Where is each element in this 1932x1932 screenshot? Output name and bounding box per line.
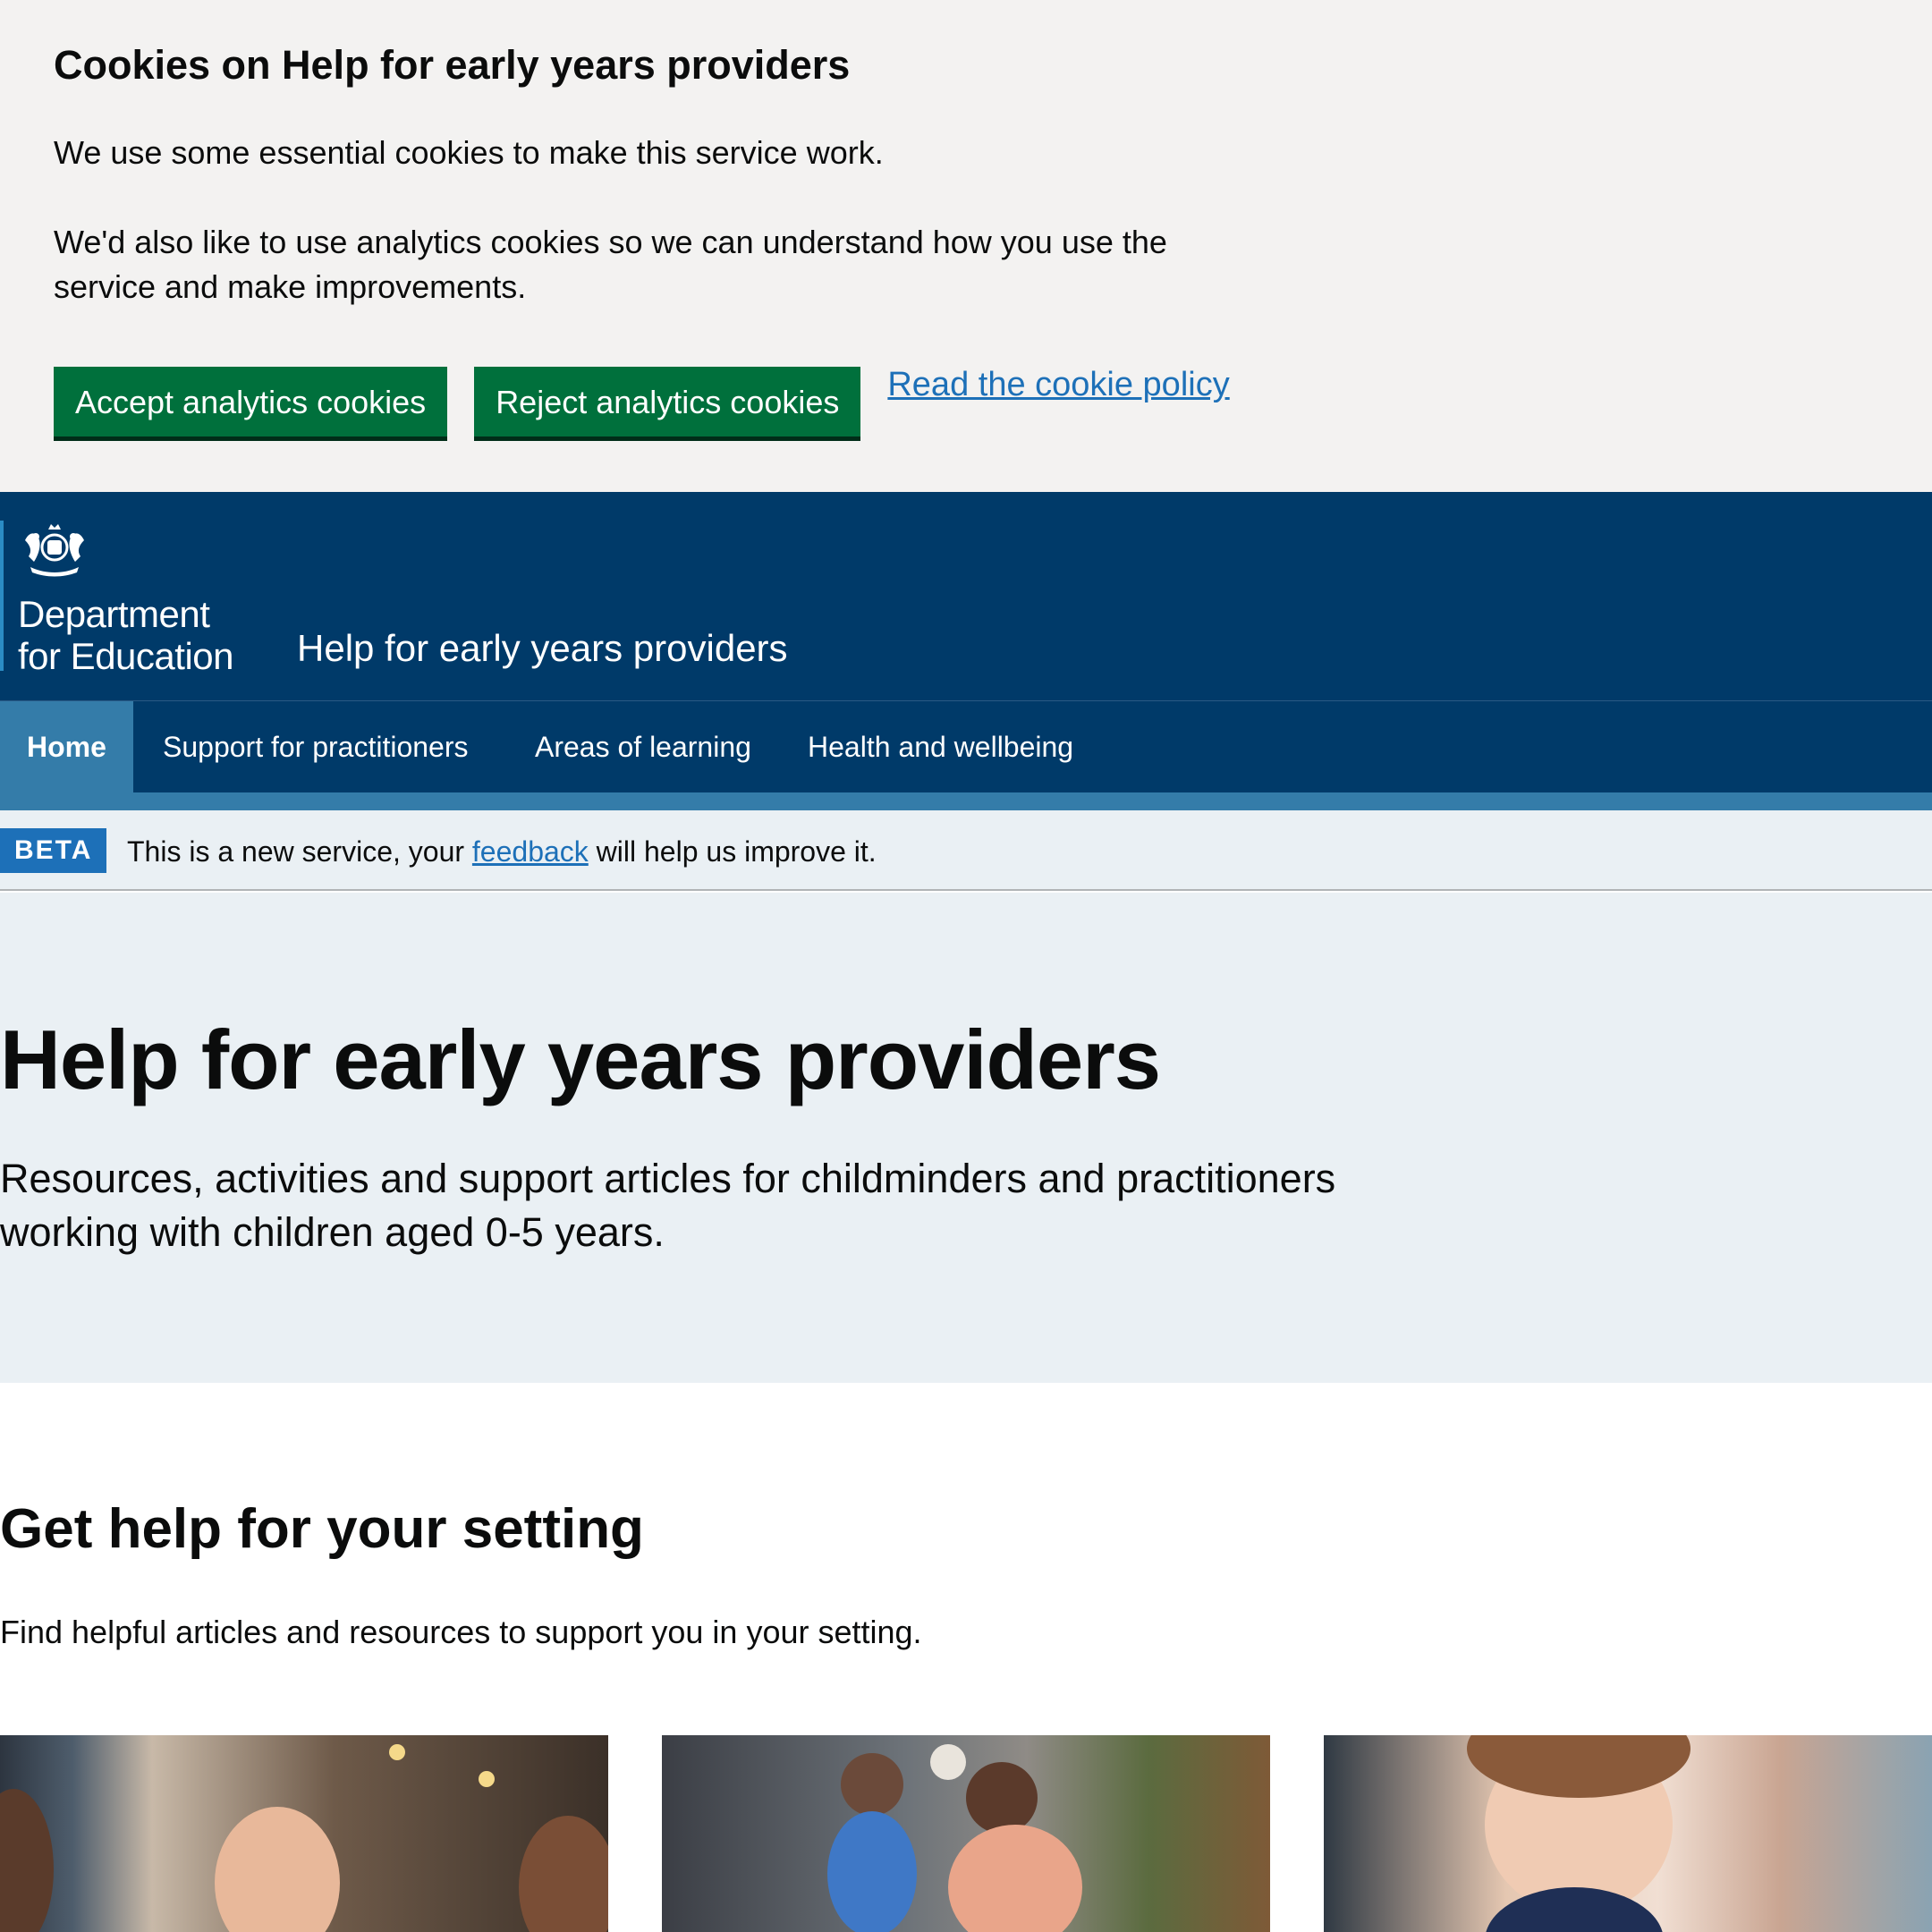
phase-banner: BETA This is a new service, your feedbac…	[0, 810, 1932, 891]
photo-light	[389, 1744, 405, 1760]
section-title: Get help for your setting	[0, 1498, 644, 1560]
reject-cookies-button[interactable]: Reject analytics cookies	[474, 367, 861, 436]
photo-figure	[841, 1753, 903, 1816]
royal-crest-icon	[25, 524, 84, 577]
hero-section: Help for early years providers Resources…	[0, 893, 1932, 1383]
cookie-content: Cookies on Help for early years provider…	[54, 39, 1306, 309]
cookie-banner: Cookies on Help for early years provider…	[0, 0, 1932, 492]
cookie-paragraph-analytics: We'd also like to use analytics cookies …	[54, 224, 1167, 305]
card-image-areas-of-learning[interactable]	[662, 1735, 1270, 1932]
cookie-actions: Accept analytics cookies Reject analytic…	[54, 367, 1230, 436]
nav-bottom-bar	[0, 792, 1932, 810]
nav-item-support-for-practitioners[interactable]: Support for practitioners	[163, 701, 469, 793]
page-title: Help for early years providers	[0, 1013, 1161, 1106]
dfe-logo[interactable]: Department for Education	[0, 521, 234, 677]
nav-item-home[interactable]: Home	[0, 701, 133, 793]
photo-figure	[0, 1789, 54, 1932]
cookie-policy-link[interactable]: Read the cookie policy	[887, 367, 1229, 402]
phase-text-before: This is a new service, your	[127, 835, 472, 868]
feedback-link[interactable]: feedback	[472, 835, 589, 868]
logo-text: Department for Education	[18, 593, 234, 677]
photo-figure	[948, 1825, 1082, 1932]
phase-banner-text: This is a new service, your feedback wil…	[127, 834, 877, 869]
photo-figure	[215, 1807, 340, 1932]
nav-item-health-and-wellbeing[interactable]: Health and wellbeing	[808, 701, 1073, 793]
org-name-line-2: for Education	[18, 635, 234, 677]
org-name-line-1: Department	[18, 593, 210, 635]
card-image-practitioners[interactable]	[0, 1735, 608, 1932]
photo-figure	[827, 1811, 917, 1932]
section-description: Find helpful articles and resources to s…	[0, 1614, 922, 1650]
photo-light	[479, 1771, 495, 1787]
phase-text-after: will help us improve it.	[588, 835, 877, 868]
cookie-title: Cookies on Help for early years provider…	[54, 42, 851, 88]
card-image-health-and-wellbeing[interactable]	[1324, 1735, 1932, 1932]
photo-light	[930, 1744, 966, 1780]
accept-cookies-button[interactable]: Accept analytics cookies	[54, 367, 448, 436]
cookie-paragraph-essential: We use some essential cookies to make th…	[54, 134, 884, 171]
beta-tag: BETA	[0, 828, 107, 873]
site-header: Department for Education Help for early …	[0, 492, 1932, 700]
primary-navigation: Home Support for practitioners Areas of …	[0, 700, 1932, 793]
photo-figure	[519, 1816, 608, 1932]
hero-subtitle: Resources, activities and support articl…	[0, 1156, 1336, 1255]
nav-item-areas-of-learning[interactable]: Areas of learning	[535, 701, 751, 793]
service-name-link[interactable]: Help for early years providers	[297, 626, 788, 671]
photo-figure	[966, 1762, 1038, 1834]
